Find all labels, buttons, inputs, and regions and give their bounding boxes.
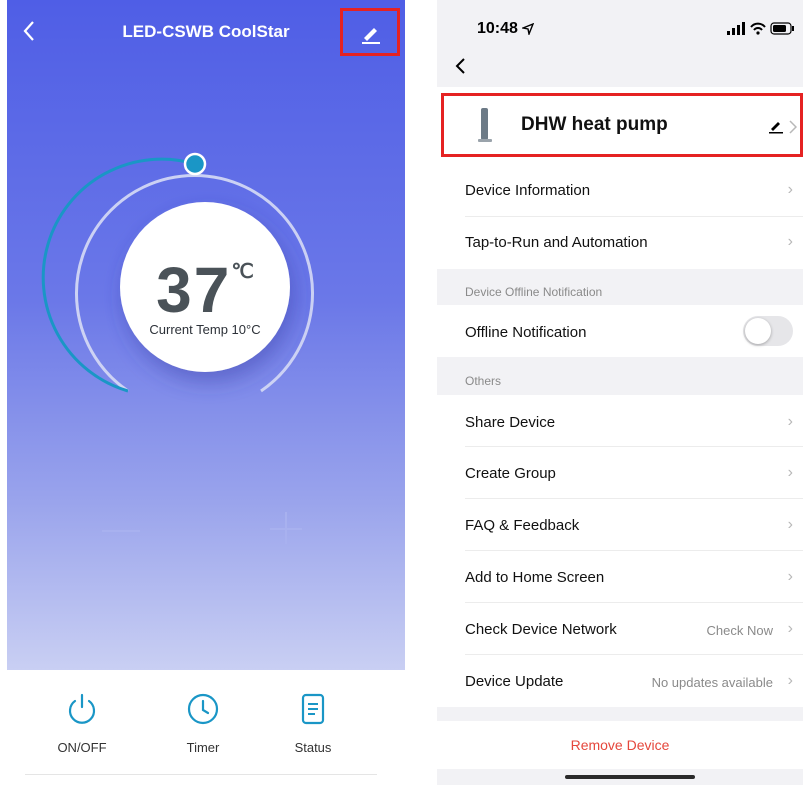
increase-temp-button[interactable] <box>265 506 309 550</box>
row-label: FAQ & Feedback <box>465 517 580 534</box>
timer-label: Timer <box>186 740 220 755</box>
add-to-home-screen-row[interactable]: Add to Home Screen › <box>437 551 803 603</box>
row-label: Tap-to-Run and Automation <box>465 234 648 251</box>
row-label: Offline Notification <box>465 324 587 341</box>
remove-device-button[interactable]: Remove Device <box>437 721 803 769</box>
device-header[interactable]: DHW heat pump <box>437 87 803 165</box>
device-information-row[interactable]: Device Information › <box>437 165 803 217</box>
status-button[interactable]: Status <box>273 692 353 755</box>
chevron-right-icon: › <box>787 620 793 637</box>
status-bar-icons <box>727 22 795 41</box>
chevron-right-icon: › <box>787 413 793 430</box>
offline-notification-toggle[interactable] <box>743 316 793 346</box>
dial-handle[interactable] <box>183 152 207 176</box>
chevron-right-icon: › <box>787 233 793 250</box>
row-label: Check Device Network <box>465 621 617 638</box>
tap-to-run-row[interactable]: Tap-to-Run and Automation › <box>437 217 803 269</box>
on-off-button[interactable]: ON/OFF <box>42 692 122 755</box>
device-update-row[interactable]: Device Update No updates available › <box>437 655 803 707</box>
row-label: Device Update <box>465 673 564 690</box>
section-header-offline: Device Offline Notification <box>465 285 603 299</box>
device-icon <box>478 108 492 142</box>
chevron-right-icon: › <box>787 181 793 198</box>
status-label: Status <box>294 740 332 755</box>
chevron-right-icon <box>789 120 797 134</box>
on-off-label: ON/OFF <box>57 740 107 755</box>
clock-icon <box>187 693 219 725</box>
pencil-icon[interactable] <box>768 118 784 134</box>
device-settings-screen: 10:48 DHW heat pump Device Information ›… <box>437 0 803 785</box>
timer-button[interactable]: Timer <box>163 692 243 755</box>
set-temperature: 37℃ <box>156 254 254 326</box>
row-label: Add to Home Screen <box>465 569 605 586</box>
back-button[interactable] <box>455 54 467 82</box>
chevron-left-icon <box>455 58 465 74</box>
faq-feedback-row[interactable]: FAQ & Feedback › <box>437 499 803 551</box>
temperature-unit: ℃ <box>231 261 254 283</box>
location-arrow-icon <box>520 22 535 37</box>
device-name: DHW heat pump <box>521 114 668 135</box>
power-icon <box>68 693 96 724</box>
thermostat-screen: LED-CSWB CoolStar 37℃ Current Temp 10°C <box>7 0 405 785</box>
create-group-row[interactable]: Create Group › <box>437 447 803 499</box>
chevron-right-icon: › <box>787 568 793 585</box>
offline-notification-row: Offline Notification <box>437 305 803 357</box>
signal-wifi-battery-icon <box>727 22 794 35</box>
status-bar-time: 10:48 <box>477 20 535 38</box>
check-now-value: Check Now <box>706 623 773 638</box>
share-device-row[interactable]: Share Device › <box>437 395 803 447</box>
row-label: Share Device <box>465 414 556 431</box>
chevron-right-icon: › <box>787 516 793 533</box>
check-device-network-row[interactable]: Check Device Network Check Now › <box>437 603 803 655</box>
document-icon <box>301 693 325 725</box>
decrease-temp-button[interactable] <box>102 511 142 551</box>
home-indicator <box>565 775 695 779</box>
row-label: Device Information <box>465 182 591 199</box>
divider <box>25 774 377 775</box>
section-header-others: Others <box>465 374 502 388</box>
row-label: Create Group <box>465 465 556 482</box>
update-status-value: No updates available <box>651 675 773 690</box>
current-temperature: Current Temp 10°C <box>149 322 261 337</box>
thermostat-panel: LED-CSWB CoolStar 37℃ Current Temp 10°C <box>7 0 405 670</box>
chevron-right-icon: › <box>787 464 793 481</box>
chevron-right-icon: › <box>787 672 793 689</box>
